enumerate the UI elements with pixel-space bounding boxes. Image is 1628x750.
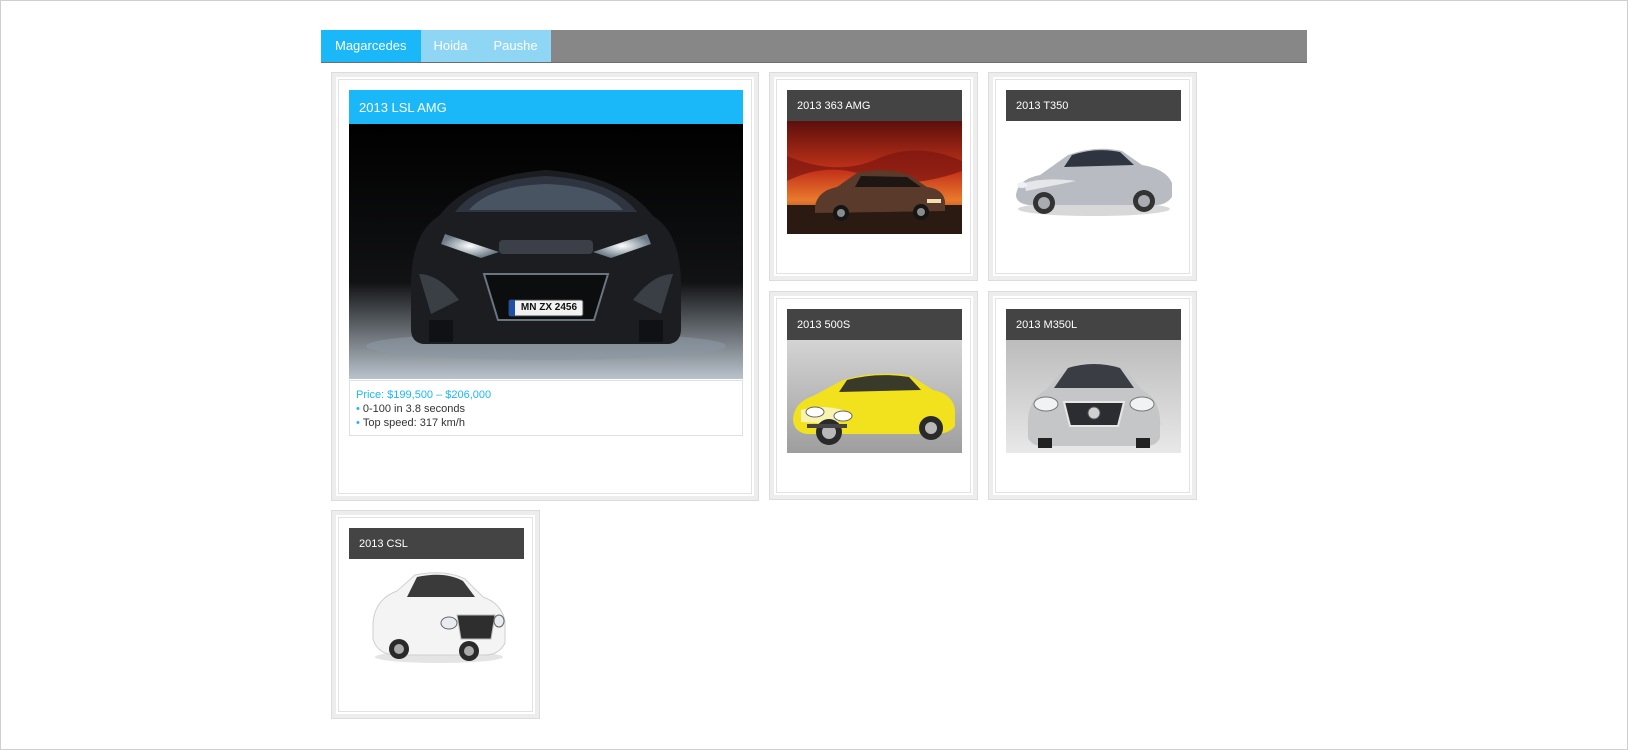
car-card-m350l[interactable]: 2013 M350L xyxy=(988,291,1197,500)
card-title: 2013 363 AMG xyxy=(787,90,962,121)
bullet-icon: • xyxy=(356,403,360,415)
car-photo: MN ZX 2456 xyxy=(349,124,743,379)
car-photo xyxy=(1006,121,1181,234)
bullet-icon: • xyxy=(356,417,360,429)
card-title: 2013 T350 xyxy=(1006,90,1181,121)
price-text: Price: $199,500 – $206,000 xyxy=(356,389,492,401)
tab-magarcedes[interactable]: Magarcedes xyxy=(321,30,421,62)
car-card-363-amg[interactable]: 2013 363 AMG xyxy=(769,72,978,281)
car-photo xyxy=(787,121,962,234)
car-card-t350[interactable]: 2013 T350 xyxy=(988,72,1197,281)
featured-car-card[interactable]: 2013 LSL AMG MN ZX 2456 Price: $199,500 … xyxy=(331,72,759,501)
license-plate-text: MN ZX 2456 xyxy=(520,302,578,313)
black-sports-car-image xyxy=(349,124,743,379)
car-info-box: Price: $199,500 – $206,000 • 0-100 in 3.8… xyxy=(349,380,743,436)
spec-item: • 0-100 in 3.8 seconds xyxy=(356,402,736,416)
card-title: 2013 M350L xyxy=(1006,309,1181,340)
silver-sedan-front-image xyxy=(1006,340,1181,453)
card-title: 2013 500S xyxy=(787,309,962,340)
card-title: 2013 CSL xyxy=(349,528,524,559)
brand-tab-bar: Magarcedes Hoida Paushe xyxy=(321,30,1307,63)
tab-hoida[interactable]: Hoida xyxy=(420,30,481,62)
yellow-roadster-image xyxy=(787,340,962,453)
car-photo xyxy=(787,340,962,453)
spec-item: • Top speed: 317 km/h xyxy=(356,416,736,430)
car-card-csl[interactable]: 2013 CSL xyxy=(331,510,540,719)
white-sedan-image xyxy=(349,559,524,672)
tab-paushe[interactable]: Paushe xyxy=(480,30,551,62)
car-card-500s[interactable]: 2013 500S xyxy=(769,291,978,500)
car-photo xyxy=(1006,340,1181,453)
spec-top-speed: Top speed: 317 km/h xyxy=(362,417,465,429)
silver-convertible-image xyxy=(1006,121,1181,234)
spec-acceleration: 0-100 in 3.8 seconds xyxy=(362,403,465,415)
card-title: 2013 LSL AMG xyxy=(349,90,743,124)
car-photo xyxy=(349,559,524,672)
brown-sedan-sunset-image xyxy=(787,121,962,234)
